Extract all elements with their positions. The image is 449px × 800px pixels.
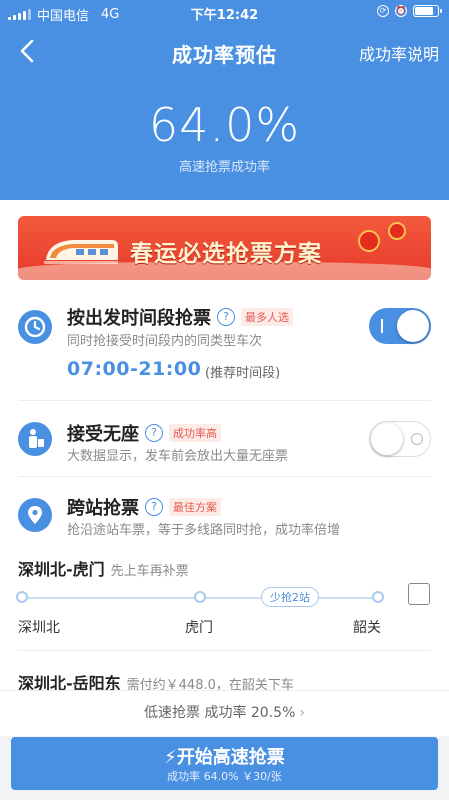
option-title: 按出发时间段抢票 [67,308,211,329]
time-range-toggle[interactable] [369,308,431,344]
route-checkbox[interactable] [408,583,430,605]
status-bar: 中国电信 4G 下午12:42 ⟳ ⏰ [0,0,449,26]
route-name: 深圳北-虎门 [18,560,105,579]
divider [18,476,431,477]
nav-bar: 成功率预估 成功率说明 [0,32,449,72]
back-button[interactable] [14,36,42,66]
option-description: 同时抢接受时间段内的同类型车次 [67,334,263,349]
time-range-value[interactable]: 07:00-21:00 [67,358,201,380]
toggle-knob [397,310,429,342]
option-title: 跨站抢票 [67,498,139,519]
lightning-icon: ⚡ [164,747,177,768]
start-button-subtitle: 成功率 64.0% ￥30/张 [167,770,282,783]
chevron-left-icon [20,39,34,63]
option-description: 抢沿途站车票，等于多线路同时抢，成功率倍增 [67,523,341,538]
help-icon[interactable]: ? [217,308,235,326]
divider [18,650,431,651]
start-fast-grab-button[interactable]: ⚡开始高速抢票 成功率 64.0% ￥30/张 [11,737,438,790]
station-dot [194,591,206,603]
option-tag: 成功率高 [169,424,221,442]
station-label: 虎门 [185,620,213,636]
skip-stations-badge: 少抢2站 [261,587,319,607]
divider [18,400,431,401]
rotation-lock-icon: ⟳ [377,5,389,17]
low-speed-label: 低速抢票 成功率 20.5% [144,705,296,721]
standing-passenger-icon [18,422,52,456]
clock-icon [18,310,52,344]
route-note: 先上车再补票 [110,564,189,579]
help-icon[interactable]: ? [145,424,163,442]
banner-title: 春运必选抢票方案 [130,241,322,267]
time-range-note: (推荐时间段) [205,366,281,381]
train-icon [44,240,118,264]
route-note: 需付约￥448.0，在韶关下车 [126,678,294,690]
no-seat-toggle[interactable] [369,421,431,457]
option-title: 接受无座 [67,424,139,445]
chevron-right-icon: › [299,705,305,721]
option-tag: 最佳方案 [169,498,221,516]
station-label: 深圳北 [18,620,60,636]
help-icon[interactable]: ? [145,498,163,516]
success-rate-caption: 高速抢票成功率 [178,160,270,175]
header-panel: 中国电信 4G 下午12:42 ⟳ ⏰ 成功率预估 成功率说明 64.0% 高速… [0,0,449,200]
battery-icon [413,5,442,17]
station-label: 韶关 [353,620,381,636]
option-description: 大数据显示，发车前会放出大量无座票 [67,449,289,464]
promo-banner: 春运必选抢票方案 [18,216,431,280]
alarm-icon: ⏰ [395,5,407,17]
success-rate-value: 64.0% [148,98,301,152]
route-name: 深圳北-岳阳东 [18,674,121,690]
station-dot [372,591,384,603]
rate-explain-link[interactable]: 成功率说明 [359,41,439,65]
station-dot [16,591,28,603]
lantern-icon [388,222,406,240]
toggle-knob [371,423,403,455]
lantern-icon [358,230,380,252]
start-button-label: 开始高速抢票 [176,747,285,768]
route-row: 深圳北-虎门 先上车再补票 [18,556,189,580]
low-speed-option[interactable]: 低速抢票 成功率 20.5% › [0,690,449,736]
route-row: 深圳北-岳阳东 需付约￥448.0，在韶关下车 [18,670,294,690]
location-pin-icon [18,498,52,532]
option-tag: 最多人选 [241,308,293,326]
options-card: 春运必选抢票方案 按出发时间段抢票 ? 最多人选 同时抢接受时间段内的同类型车次… [0,200,449,690]
